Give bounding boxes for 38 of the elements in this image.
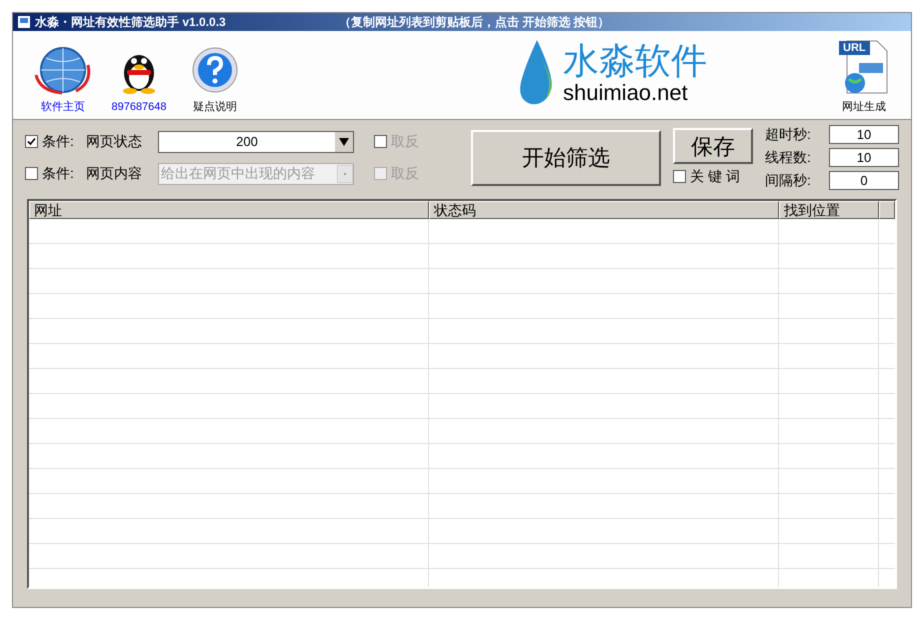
toolbar-button[interactable]: 疑点说明	[177, 44, 253, 115]
checkbox[interactable]	[25, 135, 38, 148]
window-hint: （复制网址列表到剪贴板后，点击 开始筛选 按钮）	[339, 14, 610, 31]
save-button[interactable]: 保存	[673, 128, 753, 164]
keyword-label: 关 键 词	[690, 167, 740, 186]
setting-input-field[interactable]: 0	[829, 171, 899, 190]
column-header[interactable]: 网址	[29, 201, 429, 219]
invert-label: 取反	[391, 164, 419, 183]
setting-input-field[interactable]: 10	[829, 125, 899, 144]
toolbar-label: 软件主页	[41, 100, 85, 114]
help-icon	[190, 44, 240, 94]
setting-label: 超时秒:	[765, 125, 812, 144]
url-generator-button[interactable]: URL 网址生成	[829, 38, 899, 115]
condition-label: 条件:	[42, 132, 75, 151]
toolbar-label: 网址生成	[842, 100, 886, 114]
condition-type: 网页状态	[86, 132, 143, 151]
setting-input-field[interactable]: 10	[829, 148, 899, 167]
toolbar-button[interactable]: 软件主页	[25, 44, 101, 115]
window-title: 水淼・网址有效性筛选助手 v1.0.0.3	[35, 14, 227, 31]
logo-name: 水淼软件	[563, 41, 707, 81]
start-filter-button[interactable]: 开始筛选	[471, 130, 661, 186]
checkbox[interactable]	[374, 135, 387, 148]
condition-label: 条件:	[42, 164, 75, 183]
toolbar-label: 疑点说明	[193, 100, 237, 114]
toolbar-button[interactable]: 897687648	[101, 44, 177, 115]
toolbar-label: 897687648	[111, 100, 167, 114]
logo-domain: shuimiao.net	[563, 81, 689, 105]
setting-label: 间隔秒:	[765, 171, 812, 190]
condition-type: 网页内容	[86, 164, 143, 183]
setting-label: 线程数:	[765, 148, 812, 167]
status-dropdown[interactable]: 200	[158, 130, 354, 152]
checkbox[interactable]	[673, 170, 686, 183]
check-icon	[27, 137, 36, 146]
url-badge: URL	[839, 40, 870, 54]
app-icon	[17, 15, 31, 29]
column-header[interactable]: 找到位置	[779, 201, 879, 219]
column-header[interactable]: 状态码	[429, 201, 779, 219]
invert-label: 取反	[391, 132, 419, 151]
